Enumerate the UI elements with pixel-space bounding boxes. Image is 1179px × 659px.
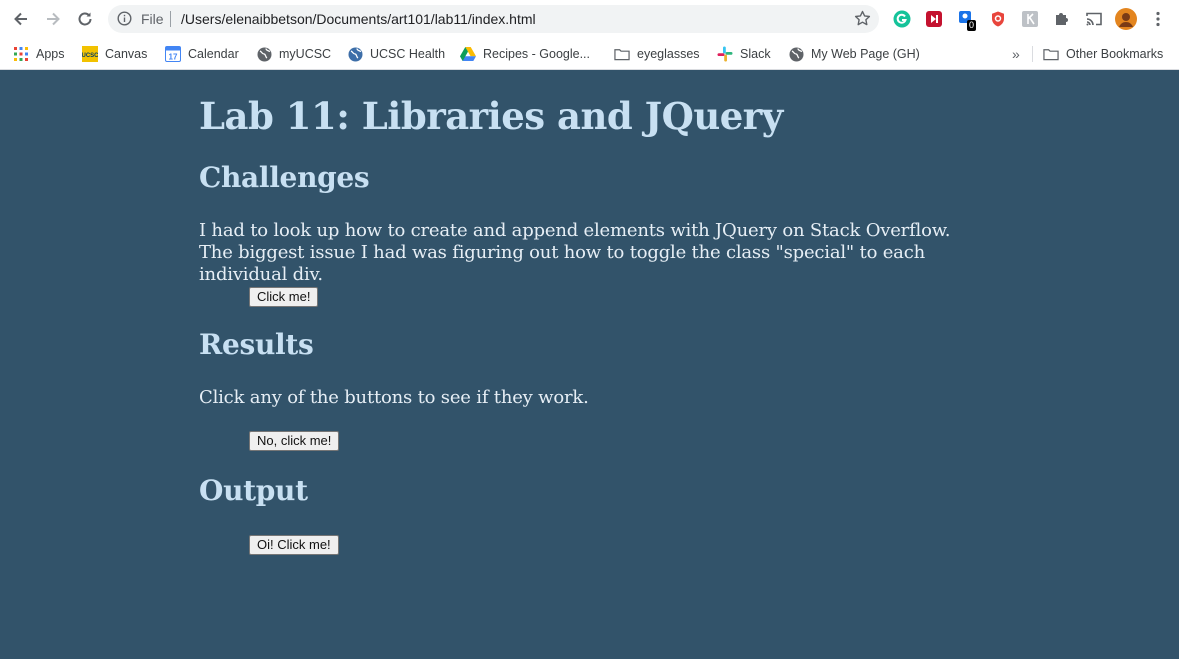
bookmark-label: Recipes - Google... — [483, 47, 590, 61]
oi-click-me-button[interactable]: Oi! Click me! — [249, 535, 339, 555]
results-paragraph: Click any of the buttons to see if they … — [199, 387, 589, 408]
user-extension-icon[interactable]: 0 — [956, 9, 977, 31]
url-separator — [170, 11, 171, 27]
no-click-me-button[interactable]: No, click me! — [249, 431, 340, 451]
bookmarks-divider — [1032, 46, 1033, 62]
bookmark-myucsc[interactable]: myUCSC — [256, 44, 331, 64]
svg-text:UCSC: UCSC — [82, 53, 98, 59]
bookmark-label: eyeglasses — [637, 47, 700, 61]
challenges-heading: Challenges — [199, 161, 370, 194]
results-heading: Results — [199, 328, 314, 361]
shield-icon[interactable] — [988, 9, 1008, 29]
browser-menu-icon[interactable] — [1148, 9, 1168, 29]
grammarly-icon[interactable] — [892, 9, 912, 29]
back-button[interactable] — [9, 7, 33, 31]
ucsc-icon: UCSC — [82, 46, 98, 62]
bookmark-canvas[interactable]: UCSC Canvas — [82, 44, 147, 64]
calendar-icon: 17 — [165, 46, 181, 62]
globe-icon — [347, 46, 363, 62]
bookmark-other-bookmarks[interactable]: Other Bookmarks — [1043, 44, 1163, 64]
profile-avatar[interactable] — [1115, 8, 1137, 30]
bookmark-slack[interactable]: Slack — [717, 44, 771, 64]
puzzle-extensions-icon[interactable] — [1052, 9, 1072, 29]
bookmark-ucsc-health[interactable]: UCSC Health — [347, 44, 445, 64]
bookmark-eyeglasses-folder[interactable]: eyeglasses — [614, 44, 700, 64]
bookmark-label: My Web Page (GH) — [811, 47, 920, 61]
gray-extension-icon[interactable] — [1020, 9, 1040, 29]
arrow-right-icon — [47, 12, 60, 26]
bookmarks-overflow-button[interactable]: » — [1012, 44, 1020, 64]
bookmark-apps[interactable]: Apps — [13, 44, 65, 64]
address-bar[interactable]: File /Users/elenaibbetson/Documents/art1… — [108, 5, 879, 33]
bookmark-label: Calendar — [188, 47, 239, 61]
extension-badge: 0 — [967, 20, 977, 31]
svg-text:17: 17 — [169, 53, 178, 62]
bookmark-label: Canvas — [105, 47, 148, 61]
bookmark-label: Apps — [36, 47, 65, 61]
folder-icon — [1043, 46, 1059, 62]
url-scheme-label: File — [141, 11, 164, 27]
video-extension-icon[interactable] — [924, 9, 944, 29]
bookmark-label: UCSC Health — [370, 47, 446, 61]
bookmark-calendar[interactable]: 17 Calendar — [165, 44, 239, 64]
info-icon[interactable] — [117, 11, 132, 31]
output-heading: Output — [199, 474, 308, 507]
slack-icon — [717, 46, 733, 62]
bookmark-label: myUCSC — [279, 47, 332, 61]
bookmark-star-icon[interactable] — [854, 10, 871, 32]
challenges-paragraph: I had to look up how to create and appen… — [199, 220, 951, 285]
globe-icon — [788, 46, 804, 62]
bookmark-my-web-page[interactable]: My Web Page (GH) — [788, 44, 920, 64]
reload-button[interactable] — [73, 7, 97, 31]
bookmarks-bar: Apps UCSC Canvas 17 Calendar myUCSC UCSC… — [0, 38, 1179, 70]
apps-grid-icon — [13, 46, 29, 62]
browser-toolbar: File /Users/elenaibbetson/Documents/art1… — [0, 0, 1179, 38]
arrow-left-icon — [14, 12, 27, 26]
google-drive-icon — [460, 46, 476, 62]
url-text[interactable]: /Users/elenaibbetson/Documents/art101/la… — [181, 11, 536, 27]
folder-icon — [614, 46, 630, 62]
globe-icon — [256, 46, 272, 62]
bookmark-recipes[interactable]: Recipes - Google... — [460, 44, 590, 64]
cast-icon[interactable] — [1084, 9, 1104, 29]
page-title: Lab 11: Libraries and JQuery — [199, 94, 783, 138]
click-me-button[interactable]: Click me! — [249, 287, 319, 307]
reload-icon — [78, 12, 92, 26]
bookmark-label: Other Bookmarks — [1066, 47, 1164, 61]
forward-button[interactable] — [41, 7, 65, 31]
bookmark-label: Slack — [740, 47, 771, 61]
